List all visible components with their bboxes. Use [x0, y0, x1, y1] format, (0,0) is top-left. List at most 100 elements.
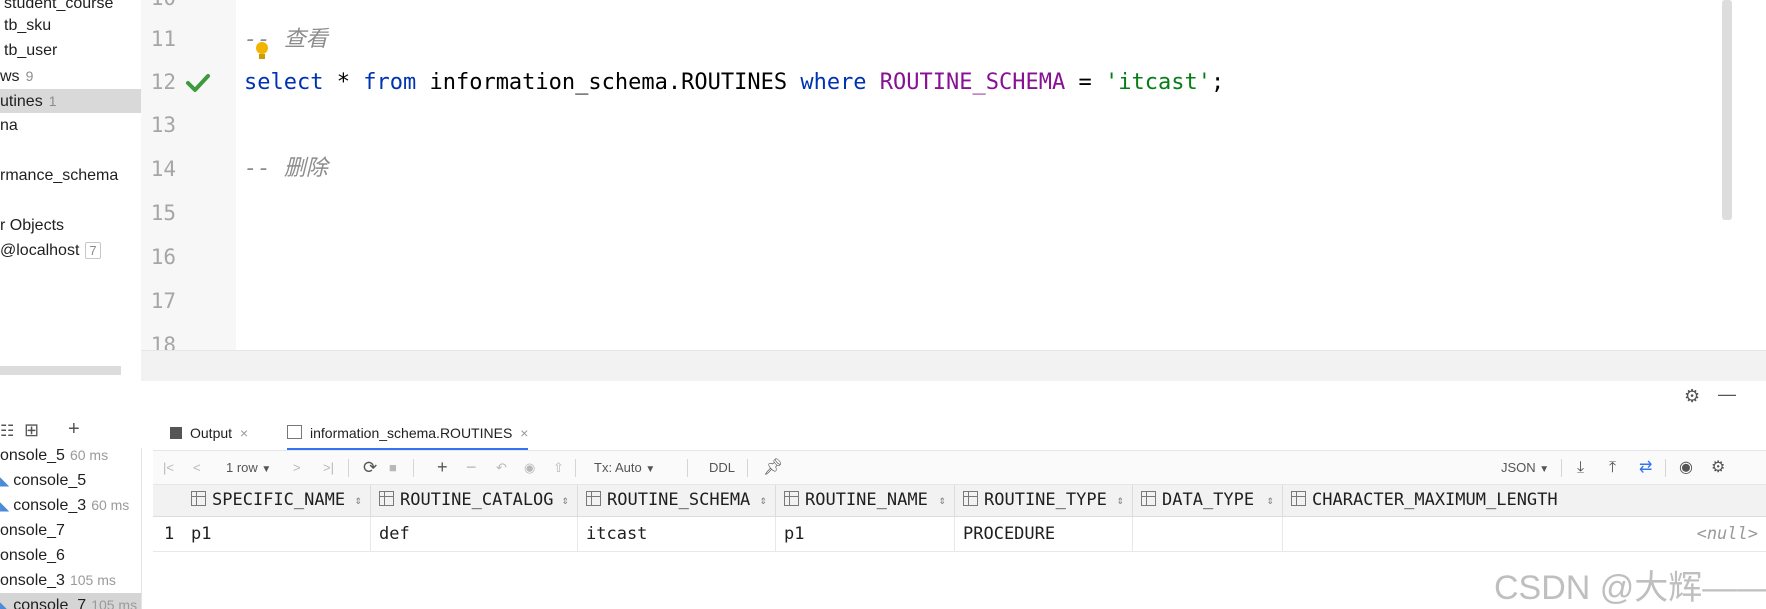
chevron-down-icon: ▼ — [645, 464, 656, 475]
line-number: 15 — [150, 201, 176, 225]
table-cell[interactable] — [1133, 517, 1283, 551]
table-cell[interactable]: p1 — [776, 517, 955, 551]
tree-count: 7 — [85, 242, 101, 259]
tree-item-tb-user[interactable]: tb_user — [4, 39, 57, 63]
list-item[interactable]: ◣ console_3 60 ms — [0, 493, 129, 518]
new-session-icon[interactable]: ⊞ — [24, 420, 39, 441]
database-tree: student_course tb_sku tb_user ws 9 utines… — [0, 0, 142, 375]
gear-icon[interactable]: ⚙ — [1711, 451, 1725, 484]
column-icon — [586, 491, 601, 506]
table-cell[interactable]: p1 — [183, 517, 371, 551]
close-icon[interactable]: × — [520, 425, 528, 441]
column-header[interactable]: ROUTINE_TYPE ⇕ — [955, 485, 1133, 516]
divider — [348, 459, 349, 477]
table-cell[interactable]: def — [371, 517, 578, 551]
list-item[interactable]: ◣ console_5 — [0, 468, 91, 493]
ddl-button[interactable]: DDL — [709, 451, 735, 484]
divider — [1665, 459, 1666, 477]
sort-icon[interactable]: ⇕ — [562, 485, 569, 516]
stop-icon[interactable]: ■ — [389, 451, 397, 484]
revert-icon[interactable]: ↶ — [496, 451, 507, 484]
editor-horizontal-scrollbar[interactable] — [141, 350, 1766, 381]
sort-icon[interactable]: ⇕ — [1117, 485, 1124, 516]
grid-header: SPECIFIC_NAME ⇕ ROUTINE_CATALOG ⇕ ROUTINE_… — [153, 485, 1766, 517]
watermark: CSDN @大辉—— — [1494, 569, 1766, 607]
list-item[interactable]: onsole_3 105 ms — [0, 568, 116, 593]
column-header[interactable]: ROUTINE_SCHEMA ⇕ — [578, 485, 776, 516]
divider — [575, 459, 576, 477]
rows-selector[interactable]: 1 row ▼ — [226, 451, 271, 484]
tx-mode-selector[interactable]: Tx: Auto ▼ — [594, 451, 655, 484]
divider — [747, 459, 748, 477]
table-row[interactable]: 1 p1 def itcast p1 PROCEDURE <null> — [153, 517, 1766, 552]
console-icon — [170, 427, 182, 439]
prev-page-icon[interactable]: < — [193, 451, 201, 484]
list-item[interactable]: onsole_7 — [0, 518, 70, 543]
tree-item-tb-sku[interactable]: tb_sku — [4, 14, 51, 38]
sort-icon[interactable]: ⇕ — [939, 485, 946, 516]
table-cell[interactable]: <null> — [1283, 517, 1766, 551]
tree-item-performance-schema[interactable]: rmance_schema — [0, 164, 118, 188]
table-cell[interactable]: itcast — [578, 517, 776, 551]
last-page-icon[interactable]: >| — [323, 451, 334, 484]
gear-icon[interactable]: ⚙ — [1684, 386, 1700, 407]
eye-icon[interactable]: ◉ — [1679, 451, 1693, 484]
editor-vertical-scrollbar[interactable] — [1722, 0, 1732, 220]
first-page-icon[interactable]: |< — [163, 451, 174, 484]
table-cell[interactable]: PROCEDURE — [955, 517, 1133, 551]
list-item[interactable]: onsole_5 60 ms — [0, 448, 108, 468]
download-icon[interactable]: ⤓ — [1577, 451, 1584, 484]
compare-icon[interactable]: ⇄ — [1639, 451, 1652, 484]
lightbulb-icon[interactable] — [254, 40, 270, 62]
column-header[interactable]: CHARACTER_MAXIMUM_LENGTH — [1283, 485, 1766, 516]
tree-item-server-objects[interactable]: r Objects — [0, 214, 64, 238]
sort-icon[interactable]: ⇕ — [760, 485, 767, 516]
sort-icon[interactable]: ⇕ — [355, 485, 362, 516]
format-selector[interactable]: JSON ▼ — [1501, 451, 1549, 484]
upload-icon[interactable]: ⤒ — [1609, 451, 1616, 484]
tree-count: 1 — [48, 93, 57, 109]
pin-icon[interactable]: 📌︎ — [763, 451, 783, 484]
submit-icon[interactable]: ⇧ — [553, 451, 564, 484]
minimize-icon[interactable]: — — [1718, 384, 1736, 405]
column-header[interactable]: DATA_TYPE ⇕ — [1133, 485, 1283, 516]
divider — [413, 459, 414, 477]
row-number: 1 — [164, 524, 175, 544]
chevron-down-icon: ▼ — [1539, 464, 1550, 475]
close-icon[interactable]: × — [240, 425, 248, 441]
tree-view-icon[interactable]: ☷ — [0, 421, 14, 441]
next-page-icon[interactable]: > — [293, 451, 301, 484]
list-item[interactable]: ◣ console_7 105 ms — [0, 593, 141, 609]
column-icon — [784, 491, 799, 506]
add-row-icon[interactable]: + — [437, 451, 448, 484]
column-header[interactable]: SPECIFIC_NAME ⇕ — [183, 485, 371, 516]
line-number: 13 — [150, 113, 176, 137]
refresh-icon[interactable]: ⟳ — [363, 451, 377, 484]
tree-item-localhost[interactable]: @localhost 7 — [0, 239, 101, 263]
sort-icon[interactable]: ⇕ — [1267, 485, 1274, 516]
column-icon — [963, 491, 978, 506]
add-icon[interactable]: + — [68, 418, 80, 441]
column-icon — [191, 491, 206, 506]
tree-horizontal-scrollbar[interactable] — [0, 366, 121, 375]
line-number: 16 — [150, 245, 176, 269]
tree-item-schema[interactable]: na — [0, 114, 18, 138]
preview-icon[interactable]: ◉ — [524, 451, 535, 484]
column-header[interactable]: ROUTINE_NAME ⇕ — [776, 485, 955, 516]
console-icon: ◣ — [0, 474, 10, 488]
column-header[interactable]: ROUTINE_CATALOG ⇕ — [371, 485, 578, 516]
tree-item-views[interactable]: ws 9 — [0, 64, 33, 88]
list-item[interactable]: onsole_6 — [0, 543, 70, 568]
sql-editor[interactable]: -- 查看 select * from information_schema.R… — [236, 0, 1744, 350]
tree-item-routines[interactable]: utines 1 — [0, 89, 141, 113]
delete-row-icon[interactable]: − — [466, 451, 477, 484]
code-line-14: -- 删除 — [244, 153, 328, 185]
line-number: 17 — [150, 289, 176, 313]
tab-output[interactable]: Output × — [170, 418, 248, 448]
tree-count: 9 — [25, 68, 34, 84]
column-icon — [1291, 491, 1306, 506]
tab-routines[interactable]: information_schema.ROUTINES × — [287, 418, 529, 450]
console-icon: ◣ — [0, 599, 10, 609]
services-toolbar: ☷ ⊞ + — [0, 418, 141, 446]
line-number: 11 — [150, 27, 176, 51]
